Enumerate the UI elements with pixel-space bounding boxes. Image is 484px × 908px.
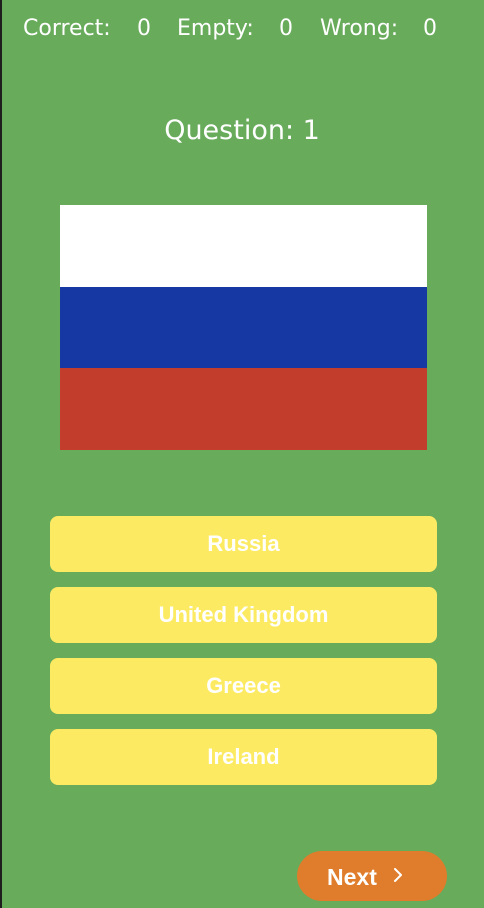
question-title: Question: 1 <box>164 115 320 146</box>
answer-button-1[interactable]: Russia <box>50 516 437 572</box>
wrong-label: Wrong: <box>320 16 399 41</box>
empty-label: Empty: <box>177 16 254 41</box>
correct-label: Correct: <box>23 16 111 41</box>
flag-stripe-top <box>60 205 427 287</box>
flag-stripe-bottom <box>60 368 427 450</box>
flag-stripe-middle <box>60 286 427 369</box>
next-button[interactable]: Next <box>297 851 447 901</box>
answer-button-3[interactable]: Greece <box>50 658 437 714</box>
correct-count: 0 <box>137 16 151 41</box>
flag-image <box>60 205 427 450</box>
next-button-label: Next <box>327 864 377 890</box>
chevron-right-icon <box>394 868 402 882</box>
answer-button-4[interactable]: Ireland <box>50 729 437 785</box>
answer-button-2[interactable]: United Kingdom <box>50 587 437 643</box>
score-bar: Correct: 0 Empty: 0 Wrong: 0 <box>0 14 484 44</box>
wrong-count: 0 <box>423 16 437 41</box>
empty-count: 0 <box>279 16 293 41</box>
